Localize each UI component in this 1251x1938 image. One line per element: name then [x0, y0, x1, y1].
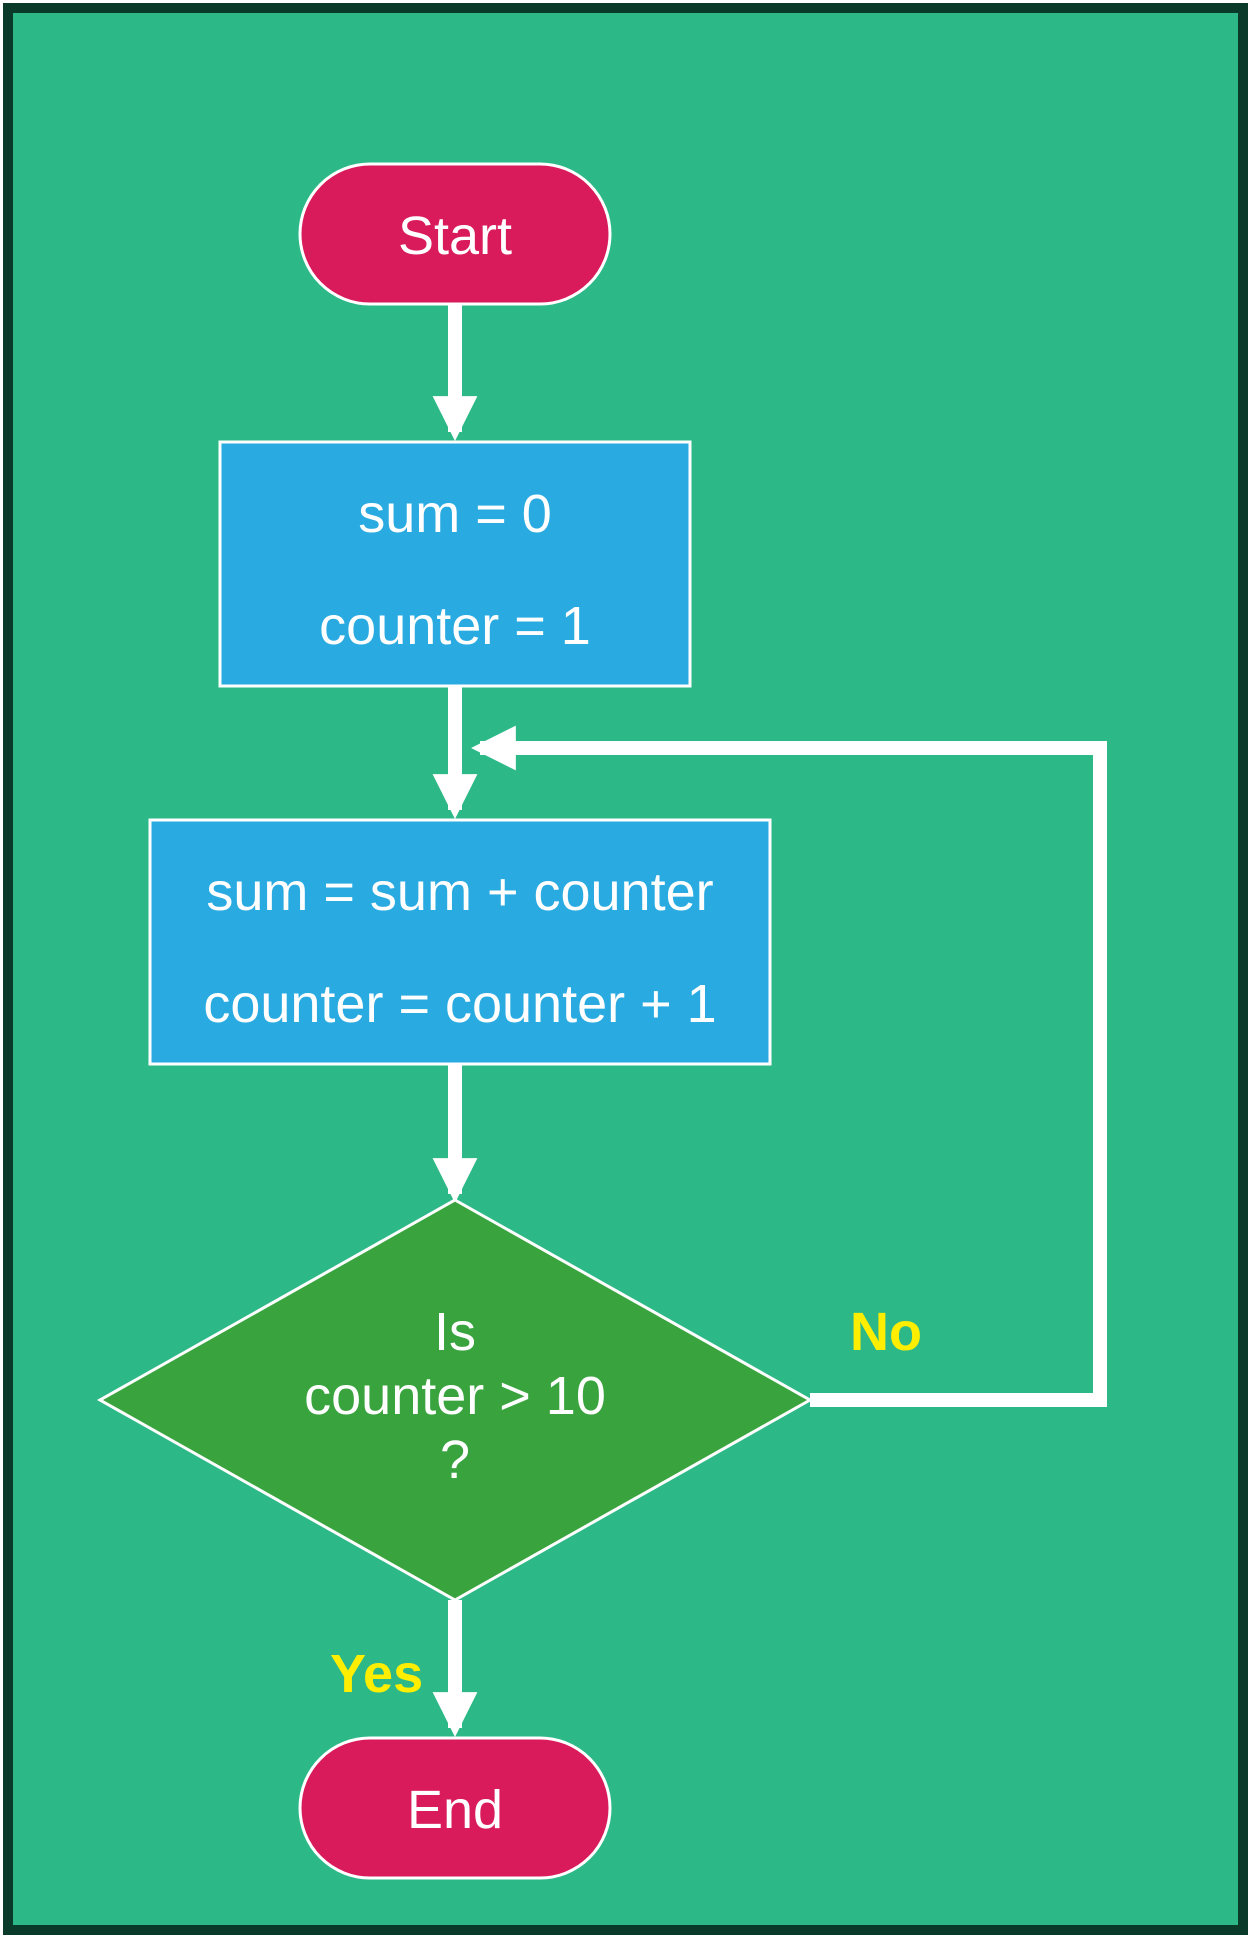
loop-line1: sum = sum + counter [206, 862, 713, 922]
flowchart-canvas: Start sum = 0 counter = 1 sum = sum + co… [0, 0, 1251, 1938]
start-label: Start [398, 206, 512, 266]
init-line1: sum = 0 [358, 484, 552, 544]
end-label: End [407, 1780, 503, 1840]
loop-line2: counter = counter + 1 [203, 974, 716, 1034]
init-line2: counter = 1 [319, 596, 591, 656]
decision-line3: ? [440, 1430, 470, 1490]
no-label: No [850, 1302, 922, 1362]
yes-label: Yes [330, 1644, 423, 1704]
decision-line1: Is [434, 1302, 476, 1362]
decision-line2: counter > 10 [304, 1366, 606, 1426]
